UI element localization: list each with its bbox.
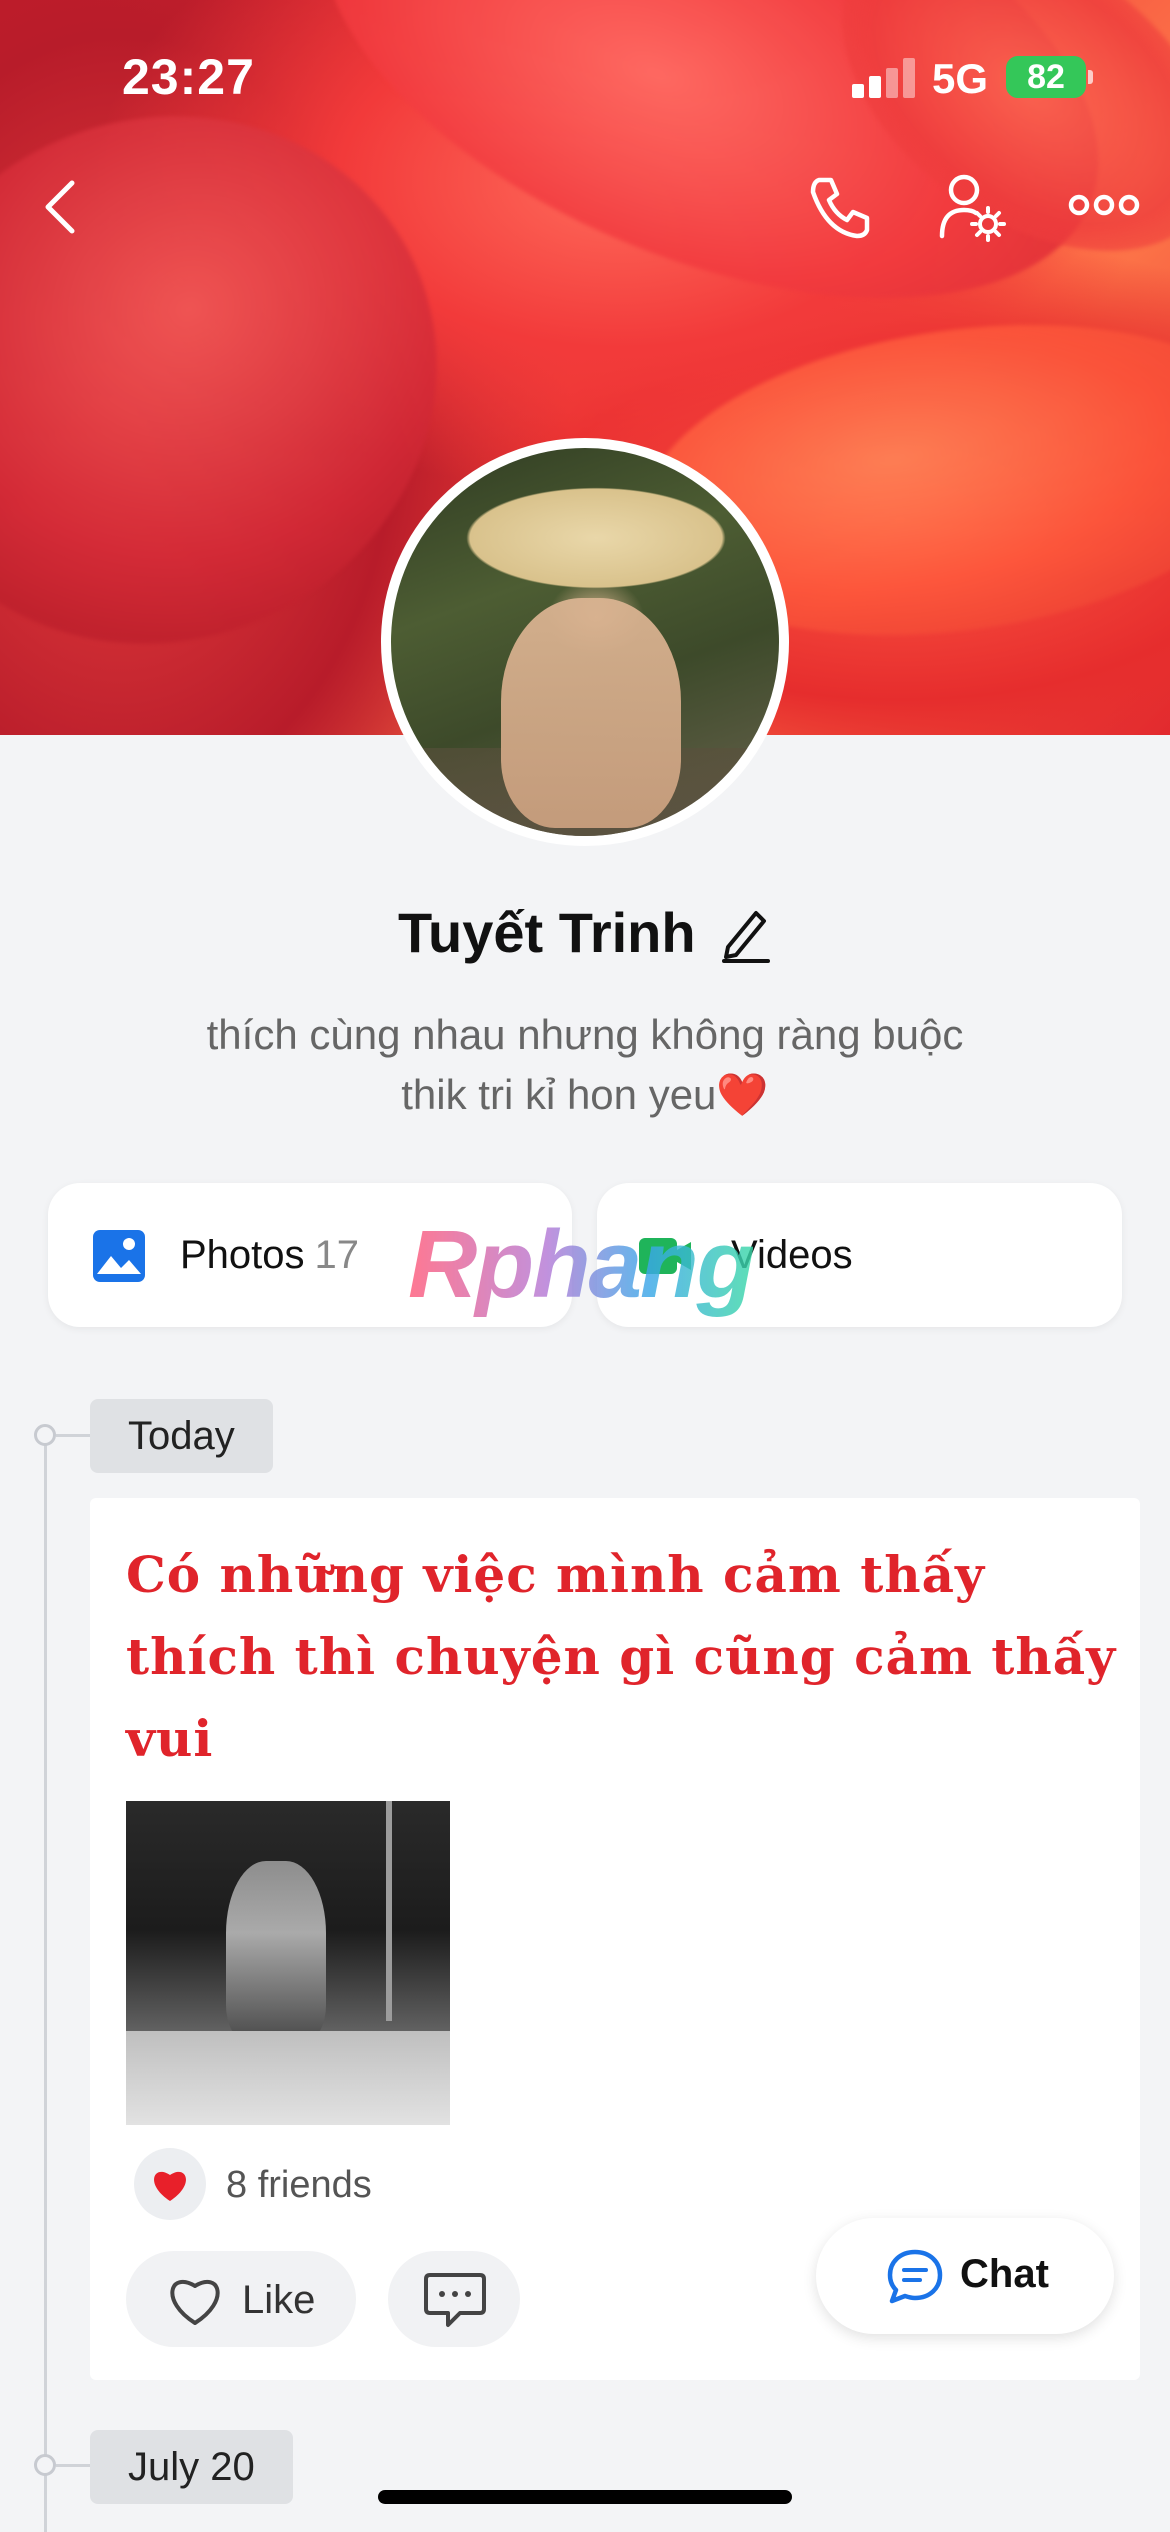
photos-label: Photos 17 xyxy=(180,1233,359,1278)
bio-line: thích cùng nhau nhưng không ràng buộc xyxy=(206,1011,964,1058)
profile-name: Tuyết Trinh xyxy=(397,901,696,964)
chat-bubble-icon xyxy=(887,2249,943,2304)
chevron-left-icon xyxy=(45,180,75,234)
user-settings-button[interactable] xyxy=(938,172,1008,242)
date-chip-today: Today xyxy=(90,1399,273,1473)
post-photo[interactable] xyxy=(126,1801,450,2125)
date-chip-july-20: July 20 xyxy=(90,2430,293,2504)
reaction-bubble xyxy=(134,2148,206,2220)
watermark-logo: Rphang xyxy=(408,1211,755,1318)
post-photo-detail xyxy=(126,2031,450,2125)
signal-icon xyxy=(852,58,916,98)
post-photo-detail xyxy=(386,1801,392,2021)
image-icon xyxy=(93,1230,145,1282)
heart-outline-icon xyxy=(170,2279,220,2325)
post-text: Có những việc mình cảm thấy thích thì ch… xyxy=(126,1545,1117,1768)
heart-icon xyxy=(154,2171,186,2201)
timeline-dot xyxy=(34,2454,56,2476)
more-icon xyxy=(1068,194,1140,216)
chat-button[interactable]: Chat xyxy=(816,2218,1114,2334)
timeline-line xyxy=(44,1445,47,2532)
call-button[interactable] xyxy=(805,172,875,242)
status-time: 23:27 xyxy=(122,49,255,105)
timeline-connector xyxy=(56,2464,90,2467)
avatar-photo-figure xyxy=(501,598,681,828)
comment-button[interactable] xyxy=(388,2251,520,2347)
more-button[interactable] xyxy=(1068,180,1140,230)
network-type: 5G xyxy=(932,55,989,102)
post-photo-figure xyxy=(226,1861,326,2041)
timeline-dot xyxy=(34,1424,56,1446)
photos-count: 17 xyxy=(314,1233,360,1277)
edit-name-button[interactable] xyxy=(718,903,772,963)
like-button[interactable]: Like xyxy=(126,2251,356,2347)
bio-line: thik tri kỉ hon yeu❤️ xyxy=(401,1071,769,1118)
home-indicator[interactable] xyxy=(378,2490,792,2504)
back-button[interactable] xyxy=(38,175,88,239)
pencil-icon xyxy=(722,910,771,963)
phone-icon xyxy=(810,177,870,239)
photos-label-text: Photos xyxy=(180,1233,305,1277)
profile-name-row: Tuyết Trinh xyxy=(0,900,1170,980)
timeline-connector xyxy=(56,1434,90,1437)
comment-icon xyxy=(424,2273,486,2327)
chat-label: Chat xyxy=(960,2252,1049,2296)
status-bar: 23:27 5G 82 xyxy=(0,0,1170,150)
user-settings-icon xyxy=(939,174,1006,242)
profile-bio: thích cùng nhau nhưng không ràng buộc th… xyxy=(0,1005,1170,1125)
like-label: Like xyxy=(242,2278,316,2322)
reaction-count: 8 friends xyxy=(226,2164,372,2206)
battery-tip xyxy=(1088,70,1093,84)
profile-avatar[interactable] xyxy=(381,438,789,846)
battery-icon: 82 xyxy=(1006,56,1086,98)
battery-level: 82 xyxy=(1027,58,1065,96)
